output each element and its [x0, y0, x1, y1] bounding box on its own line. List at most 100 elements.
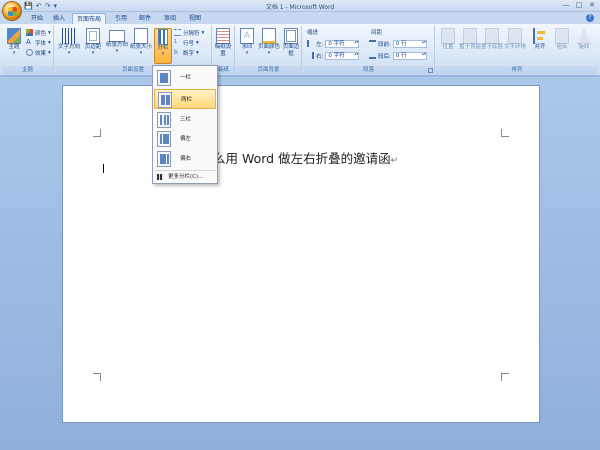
align-icon: [533, 28, 547, 44]
theme-fonts-label: 字体: [35, 40, 47, 47]
rotate-icon: [577, 28, 591, 44]
group-label-paragraph: 段落: [303, 66, 434, 74]
position-icon: [441, 28, 455, 44]
theme-fonts-button[interactable]: A 字体 ▾: [26, 38, 51, 47]
columns-option-two[interactable]: 两栏: [154, 89, 216, 109]
indent-right-label: 右:: [316, 53, 324, 60]
hyphenation-button[interactable]: b 断字 ▾: [174, 48, 199, 57]
ribbon: 主题 ▾ 颜色 ▾ A 字体 ▾ 效果 ▾ 主题 文字方向 ▾ 页边距 ▾ 纸张…: [0, 24, 600, 76]
send-to-back-button[interactable]: 置于底层: [481, 28, 503, 64]
text-wrapping-icon: [508, 28, 522, 44]
chevron-down-icon: ▾: [12, 50, 16, 56]
chevron-down-icon: ▾: [48, 39, 51, 46]
bring-to-front-icon: [463, 28, 477, 44]
tab-insert[interactable]: 插入: [50, 13, 68, 24]
orientation-button[interactable]: 纸张方向 ▾: [106, 28, 128, 64]
page-borders-icon: [284, 28, 298, 44]
columns-option-label: 偏左: [180, 136, 192, 142]
columns-option-label: 两栏: [181, 97, 193, 103]
text-direction-button[interactable]: 文字方向 ▾: [58, 28, 80, 64]
help-icon[interactable]: ?: [586, 14, 594, 22]
margins-icon: [86, 28, 100, 44]
margin-corner-mark: [93, 373, 101, 381]
group-arrange: 位置 置于顶层 置于底层 文字环绕 对齐 组合 旋转 排列: [436, 26, 598, 74]
size-button[interactable]: 纸张大小 ▾: [130, 28, 152, 64]
group-label-arrange: 排列: [436, 66, 598, 74]
office-logo-icon: [8, 7, 17, 16]
theme-colors-button[interactable]: 颜色 ▾: [26, 28, 51, 37]
columns-option-one[interactable]: 一栏: [154, 68, 216, 88]
columns-option-left[interactable]: 偏左: [154, 129, 216, 149]
position-button[interactable]: 位置: [438, 28, 458, 64]
text-direction-icon: [62, 28, 76, 44]
page-borders-button[interactable]: 页面边框: [281, 28, 301, 64]
tab-review[interactable]: 审阅: [161, 13, 179, 24]
one-column-icon: [157, 70, 171, 86]
indent-heading: 缩进: [307, 29, 319, 36]
spacing-after-field[interactable]: 0 行: [392, 51, 427, 60]
minimize-button[interactable]: —: [560, 0, 572, 10]
tab-page-layout[interactable]: 页面布局: [72, 13, 106, 24]
tab-references[interactable]: 引用: [112, 13, 130, 24]
page-borders-label: 页面边框: [282, 44, 300, 57]
columns-option-label: 三栏: [180, 117, 192, 123]
dialog-launcher-icon[interactable]: [428, 68, 433, 73]
text-wrapping-button[interactable]: 文字环绕: [504, 28, 526, 64]
spacing-before-row: 段前: 0 行: [369, 39, 427, 48]
margin-corner-mark: [501, 129, 509, 137]
chevron-down-icon: ▾: [267, 50, 271, 56]
document-text-line[interactable]: 么用 Word 做左右折叠的邀请函↵: [213, 148, 398, 167]
chevron-down-icon: ▾: [196, 39, 199, 46]
document-page[interactable]: 么用 Word 做左右折叠的邀请函↵: [62, 85, 540, 423]
columns-option-label: 偏右: [180, 156, 192, 162]
page-color-icon: [262, 28, 276, 44]
window-title: 文档 1 - Microsoft Word: [265, 4, 335, 11]
spacing-before-label: 段前:: [378, 41, 391, 48]
close-button[interactable]: ✕: [586, 0, 598, 10]
themes-button[interactable]: 主题 ▾: [3, 28, 25, 64]
breaks-button[interactable]: 分隔符 ▾: [174, 28, 204, 37]
margins-button[interactable]: 页边距 ▾: [82, 28, 104, 64]
line-numbers-button[interactable]: 1 行号 ▾: [174, 38, 199, 47]
align-button[interactable]: 对齐: [530, 28, 550, 64]
group-page-background: A 水印 ▾ 页面颜色 ▾ 页面边框 页面背景: [236, 26, 302, 74]
group-objects-icon: [555, 28, 569, 44]
text-cursor: [103, 164, 104, 173]
indent-left-field[interactable]: 0 字符: [325, 39, 360, 48]
columns-button[interactable]: 分栏 ▾: [154, 28, 172, 64]
page-color-button[interactable]: 页面颜色 ▾: [258, 28, 280, 64]
group-paragraph: 缩进 间距 左: 0 字符 右: 0 字符 段前: 0 行 段后: 0 行 段落: [303, 26, 435, 74]
theme-effects-button[interactable]: 效果 ▾: [26, 48, 51, 57]
chevron-down-icon: ▾: [161, 51, 165, 57]
group-objects-button[interactable]: 组合: [552, 28, 572, 64]
theme-effects-label: 效果: [35, 50, 47, 57]
columns-option-right[interactable]: 偏右: [154, 149, 216, 169]
draft-paper-label: 稿纸设置: [214, 44, 232, 57]
chevron-down-icon: ▾: [91, 50, 95, 56]
ribbon-tabs: 开始 插入 页面布局 引用 邮件 审阅 视图 ?: [0, 12, 600, 24]
spacing-after-label: 段后:: [378, 53, 391, 60]
more-columns-option[interactable]: 更多分栏(C)...: [154, 172, 216, 183]
spacing-after-icon: [369, 52, 376, 59]
chevron-down-icon: ▾: [67, 50, 71, 56]
indent-right-field[interactable]: 0 字符: [325, 51, 360, 60]
group-themes: 主题 ▾ 颜色 ▾ A 字体 ▾ 效果 ▾ 主题: [2, 26, 54, 74]
breaks-icon: [174, 29, 181, 36]
fonts-icon: A: [26, 38, 31, 46]
paper-size-icon: [134, 28, 148, 44]
office-button[interactable]: [2, 1, 22, 21]
paragraph-mark: ↵: [390, 156, 399, 166]
spacing-before-field[interactable]: 0 行: [392, 39, 427, 48]
margin-corner-mark: [93, 129, 101, 137]
maximize-button[interactable]: □: [573, 0, 585, 10]
draft-paper-button[interactable]: 稿纸设置: [213, 28, 233, 64]
bring-to-front-button[interactable]: 置于顶层: [459, 28, 481, 64]
rotate-button[interactable]: 旋转: [574, 28, 594, 64]
tab-mailings[interactable]: 邮件: [136, 13, 154, 24]
chevron-down-icon: ▾: [196, 49, 199, 56]
columns-option-three[interactable]: 三栏: [154, 110, 216, 130]
indent-right-row: 右: 0 字符: [307, 51, 360, 60]
tab-home[interactable]: 开始: [28, 13, 46, 24]
tab-view[interactable]: 视图: [186, 13, 204, 24]
indent-left-icon: [307, 40, 314, 47]
